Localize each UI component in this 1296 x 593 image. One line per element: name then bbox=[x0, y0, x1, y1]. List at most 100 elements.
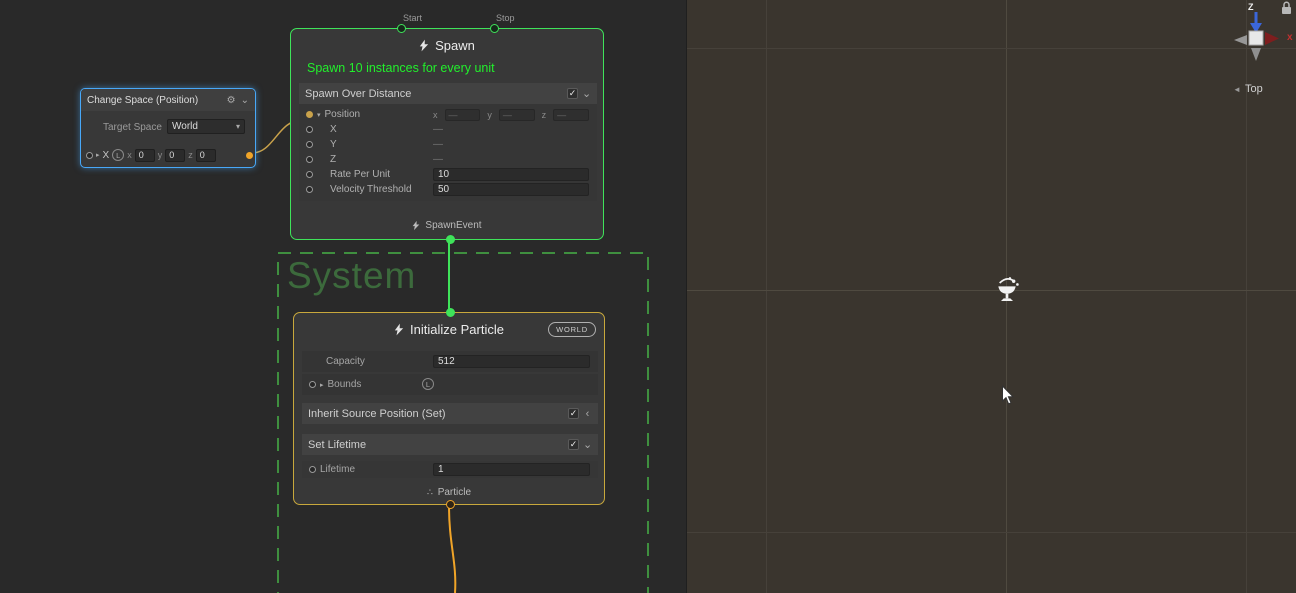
chevron-down-icon[interactable]: ⌄ bbox=[241, 95, 249, 106]
x-value-field[interactable]: 0 bbox=[135, 149, 155, 162]
scene-view[interactable]: Z x ◄ Top bbox=[686, 0, 1296, 593]
gizmo-axes-icon[interactable] bbox=[1223, 0, 1296, 70]
rate-per-unit-label: Rate Per Unit bbox=[330, 169, 390, 180]
change-space-title: Change Space (Position) bbox=[87, 95, 222, 106]
block-body: ▾ Position x — y — z — X bbox=[299, 104, 597, 201]
rate-per-unit-field[interactable]: 10 bbox=[433, 168, 589, 181]
velocity-threshold-field[interactable]: 50 bbox=[433, 183, 589, 196]
expander-down-icon[interactable]: ▾ bbox=[317, 111, 321, 119]
chevron-left-icon[interactable]: ‹ bbox=[583, 408, 592, 420]
z-port[interactable] bbox=[306, 156, 313, 163]
block-enabled-checkbox[interactable]: ✓ bbox=[568, 439, 579, 450]
inherit-source-position-block[interactable]: Inherit Source Position (Set) ✓ ‹ bbox=[302, 403, 598, 424]
axis-x-label: x bbox=[433, 110, 438, 120]
x-port[interactable] bbox=[306, 126, 313, 133]
chevron-down-icon[interactable]: ⌄ bbox=[582, 87, 591, 100]
view-back-icon: ◄ bbox=[1233, 85, 1241, 94]
particle-in-port[interactable] bbox=[446, 308, 455, 317]
x-value: — bbox=[433, 124, 443, 135]
axis-z-label: z bbox=[188, 150, 193, 160]
change-space-input-row: ▸ X L x 0 y 0 z 0 ▸ bbox=[81, 147, 255, 163]
position-x-field[interactable]: — bbox=[445, 109, 481, 121]
view-mode-label: Top bbox=[1245, 83, 1263, 95]
block-title: Inherit Source Position (Set) bbox=[308, 408, 564, 420]
expander-icon[interactable]: ▸ bbox=[96, 151, 100, 159]
particle-flow-edge[interactable] bbox=[449, 506, 455, 593]
neg-z-axis-cone[interactable] bbox=[1251, 48, 1261, 61]
z-value-field[interactable]: 0 bbox=[196, 149, 216, 162]
expander-icon[interactable]: ▸ bbox=[320, 381, 324, 389]
particle-out-port[interactable] bbox=[446, 500, 455, 509]
change-space-node[interactable]: Change Space (Position) ⚙ ⌄ Target Space… bbox=[80, 88, 256, 168]
lightning-icon bbox=[394, 323, 404, 336]
lightning-icon bbox=[419, 39, 429, 52]
target-space-label: Target Space bbox=[103, 122, 162, 133]
block-enabled-checkbox[interactable]: ✓ bbox=[567, 88, 578, 99]
grid-line bbox=[687, 48, 1296, 49]
y-label: Y bbox=[330, 139, 337, 150]
bounds-label: Bounds bbox=[328, 379, 362, 390]
vfx-gizmo-icon[interactable] bbox=[991, 273, 1023, 305]
position-z-field[interactable]: — bbox=[553, 109, 589, 121]
particle-out-label: Particle bbox=[438, 487, 471, 498]
x-axis-label: x bbox=[1287, 32, 1293, 43]
z-axis-cone[interactable] bbox=[1250, 23, 1262, 33]
block-title: Set Lifetime bbox=[308, 439, 564, 451]
target-space-dropdown[interactable]: World ▾ bbox=[167, 119, 245, 134]
spawn-footer: SpawnEvent bbox=[291, 220, 603, 231]
position-in-port[interactable] bbox=[86, 152, 93, 159]
capacity-row: Capacity 512 bbox=[302, 351, 598, 372]
velocity-threshold-port[interactable] bbox=[306, 186, 313, 193]
initialize-particle-node[interactable]: Initialize Particle WORLD Capacity 512 ▸… bbox=[293, 312, 605, 505]
y-value-field[interactable]: 0 bbox=[165, 149, 185, 162]
block-header[interactable]: Spawn Over Distance ✓ ⌄ bbox=[299, 83, 597, 104]
particle-icon: ∴ bbox=[427, 487, 433, 498]
lock-icon[interactable] bbox=[1282, 2, 1291, 14]
block-enabled-checkbox[interactable]: ✓ bbox=[568, 408, 579, 419]
space-local-badge[interactable]: L bbox=[112, 149, 124, 161]
position-row: ▾ Position x — y — z — bbox=[299, 107, 597, 122]
capacity-field[interactable]: 512 bbox=[433, 355, 590, 368]
grid-line bbox=[687, 532, 1296, 533]
axis-y-label: y bbox=[158, 150, 163, 160]
position-y-field[interactable]: — bbox=[499, 109, 535, 121]
axis-z-label: z bbox=[542, 110, 547, 120]
initialize-settings: Capacity 512 ▸ Bounds L bbox=[302, 351, 598, 397]
lifetime-row: Lifetime 1 bbox=[302, 461, 598, 478]
bounds-port[interactable] bbox=[309, 381, 316, 388]
start-flow-port[interactable] bbox=[397, 24, 406, 33]
spawn-subtitle: Spawn 10 instances for every unit bbox=[307, 61, 495, 75]
velocity-threshold-row: Velocity Threshold 50 bbox=[299, 182, 597, 197]
gizmo-center-cube[interactable] bbox=[1249, 31, 1263, 45]
spawn-header[interactable]: Spawn bbox=[291, 29, 603, 53]
grid-line bbox=[1246, 0, 1247, 593]
stop-flow-port[interactable] bbox=[490, 24, 499, 33]
rate-per-unit-row: Rate Per Unit 10 bbox=[299, 167, 597, 182]
graph-canvas[interactable]: System Change Space (Position) ⚙ ⌄ Targe… bbox=[0, 0, 686, 593]
z-label: Z bbox=[330, 154, 336, 165]
axis-x-label: x bbox=[127, 150, 132, 160]
z-row: Z — bbox=[299, 152, 597, 167]
bounds-row: ▸ Bounds L bbox=[302, 374, 598, 395]
mouse-cursor bbox=[1001, 385, 1016, 406]
check-icon: ✓ bbox=[570, 408, 578, 419]
position-port[interactable] bbox=[306, 111, 313, 118]
lifetime-label: Lifetime bbox=[320, 464, 355, 475]
world-space-badge[interactable]: WORLD bbox=[548, 322, 596, 337]
x-axis-cone[interactable] bbox=[1265, 32, 1279, 45]
set-lifetime-block[interactable]: Set Lifetime ✓ ⌄ bbox=[302, 434, 598, 455]
spawn-context-node[interactable]: Start Stop Spawn Spawn 10 instances for … bbox=[290, 28, 604, 240]
rate-per-unit-port[interactable] bbox=[306, 171, 313, 178]
lifetime-field[interactable]: 1 bbox=[433, 463, 590, 476]
lifetime-port[interactable] bbox=[309, 466, 316, 473]
input-x-label: X bbox=[103, 150, 110, 161]
bounds-space-badge[interactable]: L bbox=[422, 378, 434, 390]
spawn-over-distance-block[interactable]: Spawn Over Distance ✓ ⌄ ▾ Position x — y… bbox=[299, 83, 597, 201]
change-space-header[interactable]: Change Space (Position) ⚙ ⌄ bbox=[81, 89, 255, 111]
gear-icon[interactable]: ⚙ bbox=[227, 95, 236, 106]
z-axis-label: Z bbox=[1248, 2, 1254, 12]
position-out-port[interactable] bbox=[246, 152, 253, 159]
chevron-down-icon[interactable]: ⌄ bbox=[583, 438, 592, 451]
y-port[interactable] bbox=[306, 141, 313, 148]
spawn-event-port[interactable] bbox=[446, 235, 455, 244]
